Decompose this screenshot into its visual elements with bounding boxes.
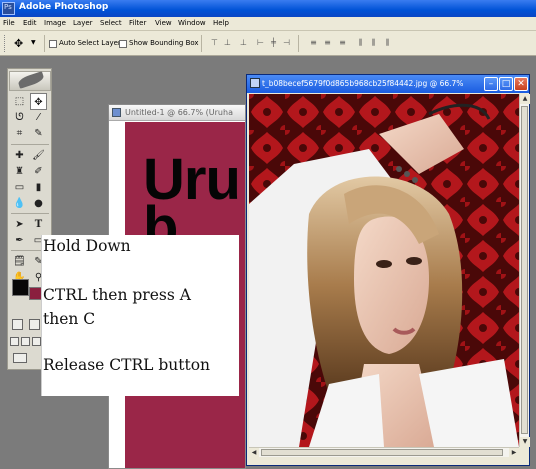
document-icon bbox=[250, 78, 260, 88]
align-left-icon[interactable]: ⊢ bbox=[255, 38, 266, 48]
magic-wand-icon[interactable]: ⁄ bbox=[30, 109, 47, 126]
divider bbox=[11, 213, 49, 214]
clone-stamp-icon[interactable]: ♜ bbox=[11, 163, 28, 180]
scroll-up-icon[interactable]: ▲ bbox=[520, 94, 530, 104]
scroll-right-icon[interactable]: ▶ bbox=[509, 448, 519, 458]
show-bounding-box-label: Show Bounding Box bbox=[129, 39, 199, 47]
marquee-icon[interactable]: ⬚ bbox=[11, 93, 28, 110]
blur-icon[interactable]: 💧 bbox=[11, 195, 28, 212]
scroll-left-icon[interactable]: ◀ bbox=[249, 448, 259, 458]
menu-image[interactable]: Image bbox=[44, 19, 66, 27]
show-bounding-box-checkbox[interactable] bbox=[119, 40, 127, 48]
minimize-button[interactable]: – bbox=[484, 77, 498, 91]
divider bbox=[44, 35, 45, 52]
document-title-bar[interactable]: Untitled-1 @ 66.7% (Uruha bbox=[109, 105, 245, 121]
menu-edit[interactable]: Edit bbox=[23, 19, 37, 27]
close-button[interactable]: ✕ bbox=[514, 77, 528, 91]
dodge-icon[interactable]: ● bbox=[30, 195, 47, 212]
vertical-scrollbar[interactable]: ▲ ▼ bbox=[519, 94, 530, 447]
instruction-line-1: Hold Down bbox=[43, 237, 131, 255]
toolbar-grip[interactable] bbox=[4, 35, 6, 52]
align-vcenter-icon[interactable]: ⊥ bbox=[222, 38, 233, 48]
portrait-photo bbox=[249, 94, 519, 447]
photoshop-logo-icon bbox=[2, 2, 15, 15]
instruction-line-2: CTRL then press A bbox=[43, 286, 191, 304]
divider bbox=[298, 35, 299, 52]
horizontal-scrollbar[interactable]: ◀ ▶ bbox=[249, 447, 519, 458]
jump-to-imageready-icon[interactable] bbox=[13, 353, 27, 363]
healing-brush-icon[interactable]: ✚ bbox=[11, 147, 28, 164]
auto-select-layer-label: Auto Select Layer bbox=[59, 39, 121, 47]
auto-select-layer-checkbox[interactable] bbox=[49, 40, 57, 48]
vertical-scroll-thumb[interactable] bbox=[521, 106, 528, 434]
document-title: Untitled-1 @ 66.7% (Uruha bbox=[125, 108, 233, 117]
menu-file[interactable]: File bbox=[3, 19, 15, 27]
eraser-icon[interactable]: ▭ bbox=[11, 179, 28, 196]
app-title-bar: Adobe Photoshop bbox=[0, 0, 536, 17]
maximize-button[interactable]: □ bbox=[499, 77, 513, 91]
options-bar: ✥ ▼ Auto Select Layer Show Bounding Box … bbox=[0, 31, 536, 56]
align-hcenter-icon[interactable]: ╪ bbox=[268, 38, 279, 48]
move-tool-icon[interactable]: ✥ bbox=[30, 93, 47, 110]
align-bottom-icon[interactable]: ⊥ bbox=[238, 38, 249, 48]
photo-window-title: t_b08becef5679f0d865b968cb25f84442.jpg @… bbox=[262, 79, 464, 88]
tool-preset-dropdown-icon[interactable]: ▼ bbox=[31, 39, 36, 46]
pen-icon[interactable]: ✒ bbox=[11, 232, 28, 249]
distribute-right-icon[interactable]: ⫼ bbox=[382, 38, 393, 48]
divider bbox=[201, 35, 202, 52]
photo-image[interactable] bbox=[249, 94, 519, 447]
horizontal-scroll-thumb[interactable] bbox=[261, 449, 503, 456]
instruction-line-3: then C bbox=[43, 310, 96, 328]
menu-filter[interactable]: Filter bbox=[129, 19, 146, 27]
foreground-color-swatch[interactable] bbox=[12, 279, 29, 296]
instruction-overlay: Hold Down CTRL then press A then C Relea… bbox=[41, 235, 239, 396]
app-title: Adobe Photoshop bbox=[19, 2, 109, 12]
gradient-icon[interactable]: ▮ bbox=[30, 179, 47, 196]
path-selection-icon[interactable]: ➤ bbox=[11, 216, 28, 233]
standard-screen-icon[interactable] bbox=[10, 337, 19, 346]
move-tool-icon[interactable]: ✥ bbox=[14, 37, 23, 50]
adobe-online-feather-icon[interactable] bbox=[9, 71, 51, 91]
notes-icon[interactable]: 🗒 bbox=[11, 253, 28, 270]
menu-window[interactable]: Window bbox=[178, 19, 206, 27]
document-icon bbox=[112, 108, 121, 117]
quick-mask-mode-icon[interactable] bbox=[29, 319, 40, 330]
distribute-bottom-icon[interactable]: ≡ bbox=[337, 38, 348, 48]
distribute-hcenter-icon[interactable]: ⫼ bbox=[368, 38, 379, 48]
history-brush-icon[interactable]: ✐ bbox=[30, 163, 47, 180]
distribute-vcenter-icon[interactable]: ≡ bbox=[322, 38, 333, 48]
align-top-icon[interactable]: ⊤ bbox=[209, 38, 220, 48]
full-screen-menu-icon[interactable] bbox=[21, 337, 30, 346]
menu-help[interactable]: Help bbox=[213, 19, 229, 27]
photo-window-title-bar[interactable]: t_b08becef5679f0d865b968cb25f84442.jpg @… bbox=[247, 75, 529, 93]
crop-icon[interactable]: ⌗ bbox=[11, 125, 28, 142]
standard-mode-icon[interactable] bbox=[12, 319, 23, 330]
full-screen-icon[interactable] bbox=[32, 337, 41, 346]
menu-bar: File Edit Image Layer Select Filter View… bbox=[0, 17, 536, 31]
photo-document-window[interactable]: t_b08becef5679f0d865b968cb25f84442.jpg @… bbox=[246, 74, 530, 466]
menu-view[interactable]: View bbox=[155, 19, 172, 27]
menu-select[interactable]: Select bbox=[100, 19, 122, 27]
type-icon[interactable]: T bbox=[30, 216, 47, 233]
instruction-line-4: Release CTRL button bbox=[43, 356, 211, 374]
brush-icon[interactable]: 🖌 bbox=[30, 147, 47, 164]
scroll-down-icon[interactable]: ▼ bbox=[520, 437, 530, 447]
divider bbox=[11, 144, 49, 145]
distribute-top-icon[interactable]: ≡ bbox=[308, 38, 319, 48]
slice-icon[interactable]: ✎ bbox=[30, 125, 47, 142]
lasso-icon[interactable]: ᘎ bbox=[11, 109, 28, 126]
align-right-icon[interactable]: ⊣ bbox=[281, 38, 292, 48]
distribute-left-icon[interactable]: ⫼ bbox=[355, 38, 366, 48]
menu-layer[interactable]: Layer bbox=[73, 19, 93, 27]
